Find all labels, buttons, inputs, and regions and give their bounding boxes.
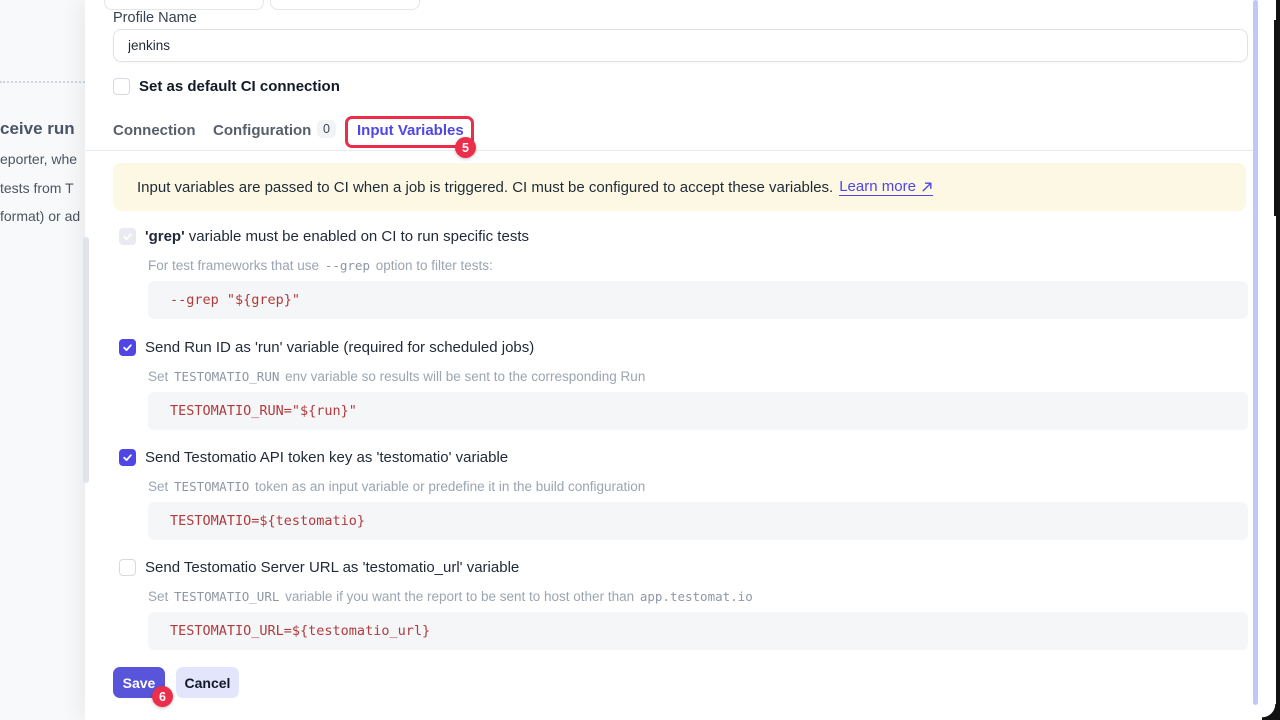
section-checkbox[interactable]	[119, 559, 136, 576]
cancel-button[interactable]: Cancel	[176, 667, 239, 698]
check-icon	[122, 231, 133, 242]
code-snippet: TESTOMATIO=${testomatio}	[148, 502, 1248, 540]
screen-right-edge	[1276, 0, 1280, 720]
section-label: 'grep' variable must be enabled on CI to…	[145, 228, 529, 245]
tutorial-step-badge: 5	[455, 137, 476, 158]
section-checkbox[interactable]	[119, 339, 136, 356]
background-text-line: tests from T	[0, 180, 74, 196]
input-variable-section: Send Testomatio API token key as 'testom…	[119, 449, 1248, 540]
drawer-drag-handle[interactable]	[83, 237, 89, 483]
input-variable-section: Send Testomatio Server URL as 'testomati…	[119, 559, 1248, 650]
background-heading: ceive run	[0, 119, 75, 139]
check-icon	[122, 452, 133, 463]
background-text-line: format) or ad	[0, 208, 80, 224]
drawer-scrollbar[interactable]	[1253, 0, 1258, 705]
section-checkbox[interactable]	[119, 449, 136, 466]
rounded-screen-corner	[1262, 704, 1276, 720]
input-variable-section: 'grep' variable must be enabled on CI to…	[119, 228, 1248, 319]
section-helper: Set TESTOMATIO_URL variable if you want …	[148, 589, 1248, 604]
input-variable-section: Send Run ID as 'run' variable (required …	[119, 339, 1248, 430]
section-label: Send Run ID as 'run' variable (required …	[145, 339, 534, 356]
dotted-divider	[0, 81, 85, 83]
background-page: ceive run eporter, whe tests from T form…	[0, 0, 85, 720]
section-checkbox[interactable]	[119, 228, 136, 245]
check-icon	[122, 342, 133, 353]
section-helper: Set TESTOMATIO token as an input variabl…	[148, 479, 1248, 494]
section-label: Send Testomatio Server URL as 'testomati…	[145, 559, 519, 576]
section-helper: For test frameworks that use --grep opti…	[148, 258, 1248, 273]
code-snippet: TESTOMATIO_RUN="${run}"	[148, 392, 1248, 430]
section-label: Send Testomatio API token key as 'testom…	[145, 449, 508, 466]
section-helper: Set TESTOMATIO_RUN env variable so resul…	[148, 369, 1248, 384]
tutorial-step-badge: 6	[152, 686, 173, 707]
background-text-line: eporter, whe	[0, 151, 77, 167]
code-snippet: --grep "${grep}"	[148, 281, 1248, 319]
code-snippet: TESTOMATIO_URL=${testomatio_url}	[148, 612, 1248, 650]
ci-settings-drawer: Profile Name Set as default CI connectio…	[85, 0, 1276, 720]
screen-right-edge	[1274, 20, 1276, 216]
